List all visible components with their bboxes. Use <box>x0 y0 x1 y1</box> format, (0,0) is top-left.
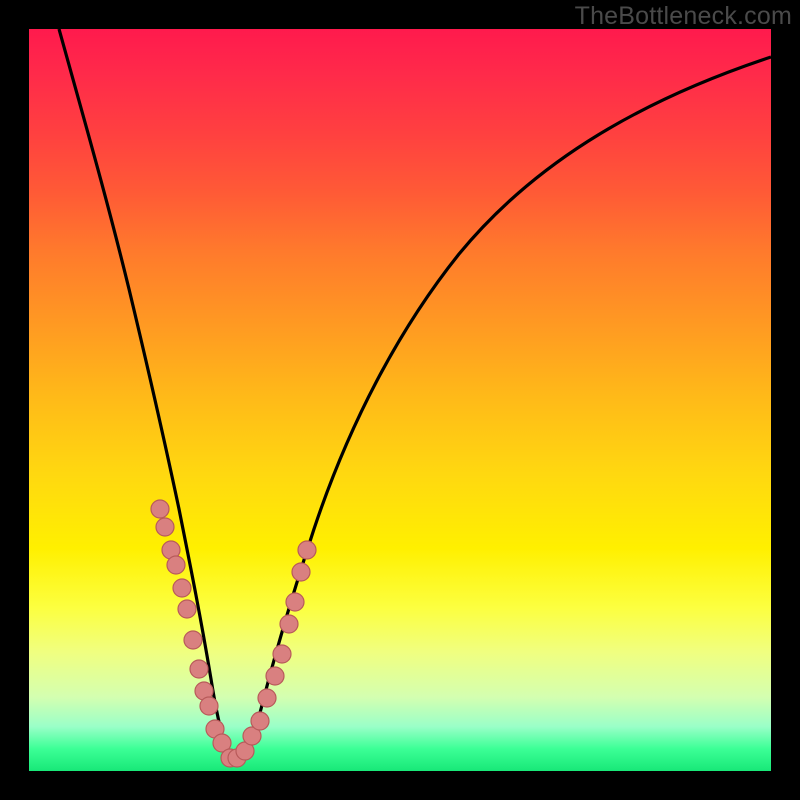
marker-dot <box>151 500 169 518</box>
marker-dot <box>167 556 185 574</box>
marker-dot <box>258 689 276 707</box>
marker-dot <box>298 541 316 559</box>
marker-dot <box>286 593 304 611</box>
marker-dot <box>292 563 310 581</box>
marker-dot <box>184 631 202 649</box>
plot-area <box>29 29 771 771</box>
curve-layer <box>29 29 771 771</box>
marker-dot <box>156 518 174 536</box>
marker-group <box>151 500 316 767</box>
marker-dot <box>178 600 196 618</box>
marker-dot <box>273 645 291 663</box>
watermark-text: TheBottleneck.com <box>575 2 792 31</box>
marker-dot <box>266 667 284 685</box>
marker-dot <box>200 697 218 715</box>
marker-dot <box>190 660 208 678</box>
marker-dot <box>251 712 269 730</box>
bottleneck-curve <box>59 29 771 760</box>
marker-dot <box>280 615 298 633</box>
chart-frame: TheBottleneck.com <box>0 0 800 800</box>
marker-dot <box>173 579 191 597</box>
